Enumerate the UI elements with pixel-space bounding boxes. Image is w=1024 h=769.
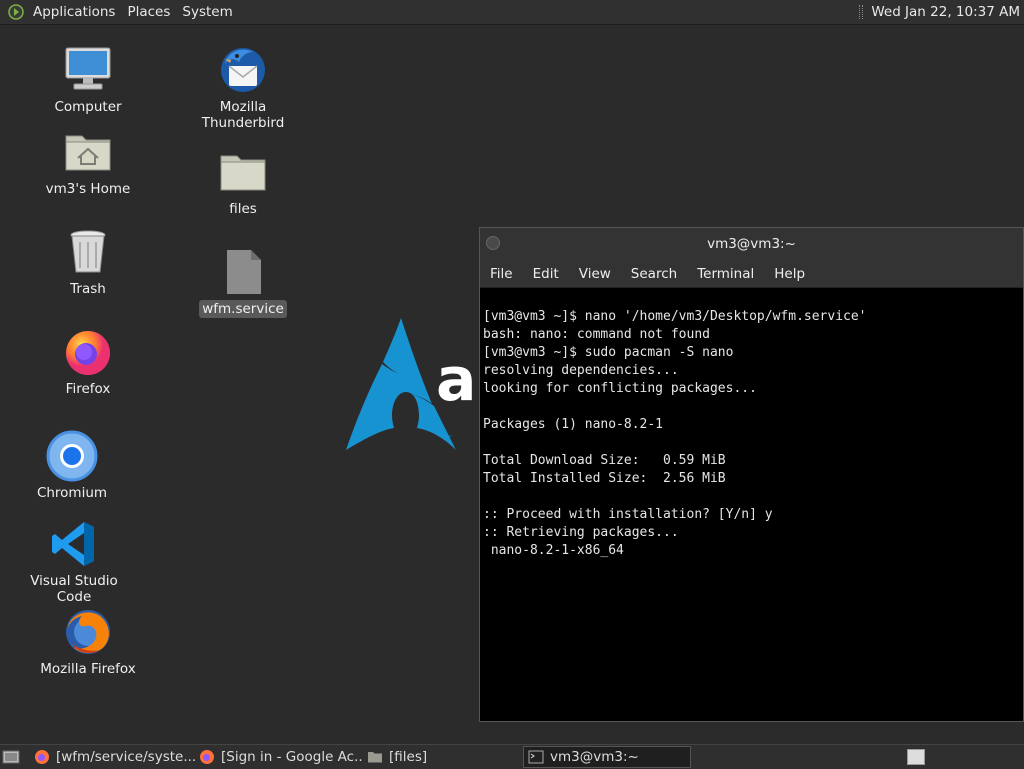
- workspace-switcher-inactive[interactable]: [958, 749, 976, 765]
- show-desktop-icon: [2, 750, 20, 764]
- chromium-icon: [46, 430, 98, 482]
- places-menu[interactable]: Places: [121, 0, 176, 24]
- taskbar-item-label: [wfm/service/syste...: [56, 749, 195, 765]
- system-menu[interactable]: System: [176, 0, 238, 24]
- applications-menu-icon[interactable]: [8, 4, 24, 20]
- computer-icon: [62, 44, 114, 96]
- taskbar-item-label: vm3@vm3:~: [550, 749, 639, 765]
- desktop-icon-trash[interactable]: Trash: [23, 226, 153, 298]
- vscode-icon: [48, 518, 100, 570]
- desktop-icon-label: files: [229, 201, 257, 217]
- terminal-window[interactable]: vm3@vm3:~ File Edit View Search Terminal…: [479, 227, 1024, 722]
- menu-terminal[interactable]: Terminal: [687, 266, 764, 282]
- menu-view[interactable]: View: [569, 266, 621, 282]
- desktop-icon-label: Firefox: [65, 381, 111, 397]
- desktop-icon-mozilla-firefox[interactable]: Mozilla Firefox: [23, 606, 153, 678]
- svg-text:™: ™: [446, 435, 452, 442]
- file-icon: [217, 246, 269, 298]
- taskbar-item-google-signin[interactable]: [Sign in - Google Ac...: [195, 746, 363, 768]
- desktop-icon-thunderbird[interactable]: Mozilla Thunderbird: [178, 44, 308, 132]
- desktop-icon-label: Chromium: [36, 485, 108, 501]
- terminal-line: Total Download Size: 0.59 MiB: [483, 453, 726, 468]
- taskbar-item-label: [files]: [389, 749, 428, 765]
- desktop-icon-wfm-service[interactable]: wfm.service: [178, 246, 308, 318]
- terminal-line: [vm3@vm3 ~]$ sudo pacman -S nano: [483, 345, 734, 360]
- desktop-icon-vscode[interactable]: Visual Studio Code: [9, 518, 139, 606]
- terminal-icon: [528, 750, 544, 764]
- terminal-titlebar[interactable]: vm3@vm3:~: [480, 228, 1023, 260]
- desktop-icon-label: vm3's Home: [45, 181, 131, 197]
- terminal-line: Packages (1) nano-8.2-1: [483, 417, 664, 432]
- desktop-icon-label: Trash: [70, 281, 106, 297]
- menu-edit[interactable]: Edit: [523, 266, 569, 282]
- desktop-icon-firefox[interactable]: Firefox: [23, 326, 153, 398]
- menu-search[interactable]: Search: [621, 266, 687, 282]
- trash-icon: [62, 226, 114, 278]
- bottom-taskbar: [wfm/service/syste... [Sign in - Google …: [0, 744, 1024, 769]
- taskbar-item-files[interactable]: [files]: [363, 746, 523, 768]
- firefox-icon: [35, 750, 49, 764]
- terminal-line: resolving dependencies...: [483, 363, 679, 378]
- desktop-icon-label: Visual Studio Code: [30, 573, 118, 605]
- taskbar-item-wfm-service[interactable]: [wfm/service/syste...: [30, 746, 195, 768]
- desktop-icon-label: Mozilla Firefox: [40, 661, 136, 677]
- desktop-icon-label: Mozilla Thunderbird: [201, 99, 285, 131]
- panel-separator: [859, 5, 864, 19]
- mozilla-firefox-icon: [62, 606, 114, 658]
- firefox-icon: [200, 750, 214, 764]
- thunderbird-icon: [217, 44, 269, 96]
- applications-menu[interactable]: Applications: [27, 0, 121, 24]
- terminal-line: [vm3@vm3 ~]$ nano '/home/vm3/Desktop/wfm…: [483, 309, 867, 324]
- taskbar-item-terminal[interactable]: vm3@vm3:~: [523, 746, 691, 768]
- terminal-line: Total Installed Size: 2.56 MiB: [483, 471, 726, 486]
- desktop-icon-computer[interactable]: Computer: [23, 44, 153, 116]
- top-panel: Applications Places System Wed Jan 22, 1…: [0, 0, 1024, 25]
- terminal-line: looking for conflicting packages...: [483, 381, 757, 396]
- terminal-title: vm3@vm3:~: [707, 236, 796, 252]
- terminal-menubar: File Edit View Search Terminal Help: [480, 260, 1023, 288]
- desktop-icon-chromium[interactable]: Chromium: [7, 430, 137, 502]
- desktop-icon-label: Computer: [54, 99, 122, 115]
- firefox-icon: [62, 326, 114, 378]
- terminal-output[interactable]: [vm3@vm3 ~]$ nano '/home/vm3/Desktop/wfm…: [480, 288, 1023, 598]
- terminal-line: bash: nano: command not found: [483, 327, 710, 342]
- show-desktop-button[interactable]: [0, 746, 22, 768]
- desktop-icon-home[interactable]: vm3's Home: [23, 126, 153, 198]
- desktop-icon-label: wfm.service: [199, 300, 287, 318]
- terminal-line: :: Proceed with installation? [Y/n] y: [483, 507, 773, 522]
- terminal-line: nano-8.2-1-x86_64: [483, 543, 624, 558]
- home-folder-icon: [62, 126, 114, 178]
- close-icon[interactable]: [486, 236, 500, 250]
- taskbar-item-label: [Sign in - Google Ac...: [221, 749, 363, 765]
- folder-icon: [217, 146, 269, 198]
- folder-icon: [368, 752, 382, 763]
- workspace-switcher-active[interactable]: [907, 749, 925, 765]
- terminal-line: :: Retrieving packages...: [483, 525, 679, 540]
- clock[interactable]: Wed Jan 22, 10:37 AM: [871, 4, 1024, 20]
- menu-help[interactable]: Help: [764, 266, 815, 282]
- menu-file[interactable]: File: [480, 266, 523, 282]
- desktop-icon-files[interactable]: files: [178, 146, 308, 218]
